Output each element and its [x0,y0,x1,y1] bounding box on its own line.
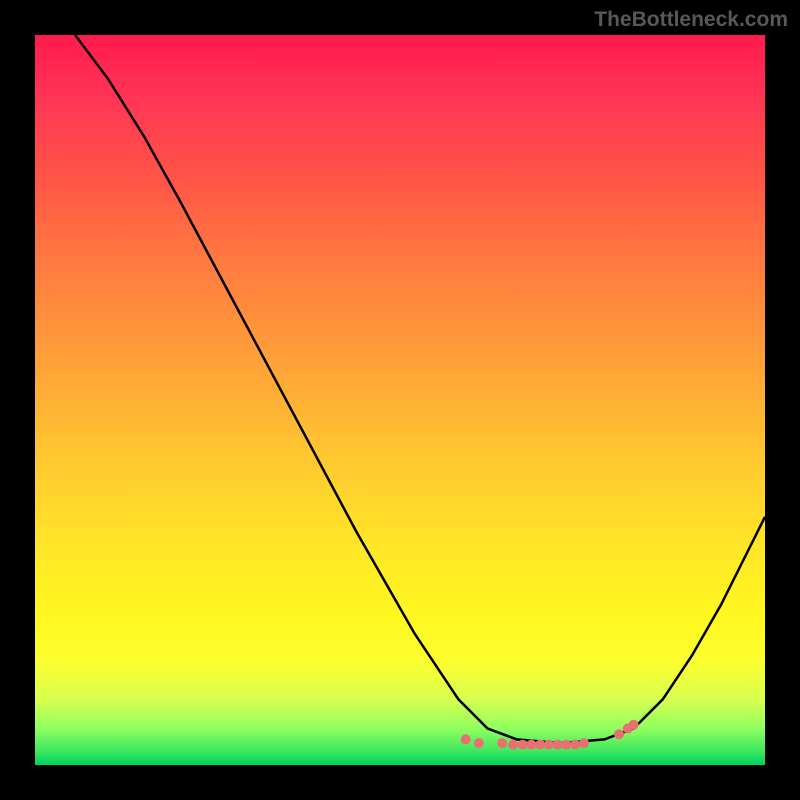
marker-dot [497,738,507,748]
marker-dot [561,740,571,750]
chart-plot-area [35,35,765,765]
marker-dot [461,734,471,744]
marker-dot [508,740,518,750]
watermark-text: TheBottleneck.com [594,8,788,32]
marker-dot [474,738,484,748]
marker-dot [553,740,563,750]
marker-dot [579,738,589,748]
marker-dot [518,740,528,750]
marker-dot [629,720,639,730]
marker-dots-group [461,720,639,750]
marker-dot [570,740,580,750]
marker-dot [526,740,536,750]
bottleneck-curve [75,35,765,743]
marker-dot [544,740,554,750]
marker-dot [614,729,624,739]
marker-dot [535,740,545,750]
chart-svg [35,35,765,765]
